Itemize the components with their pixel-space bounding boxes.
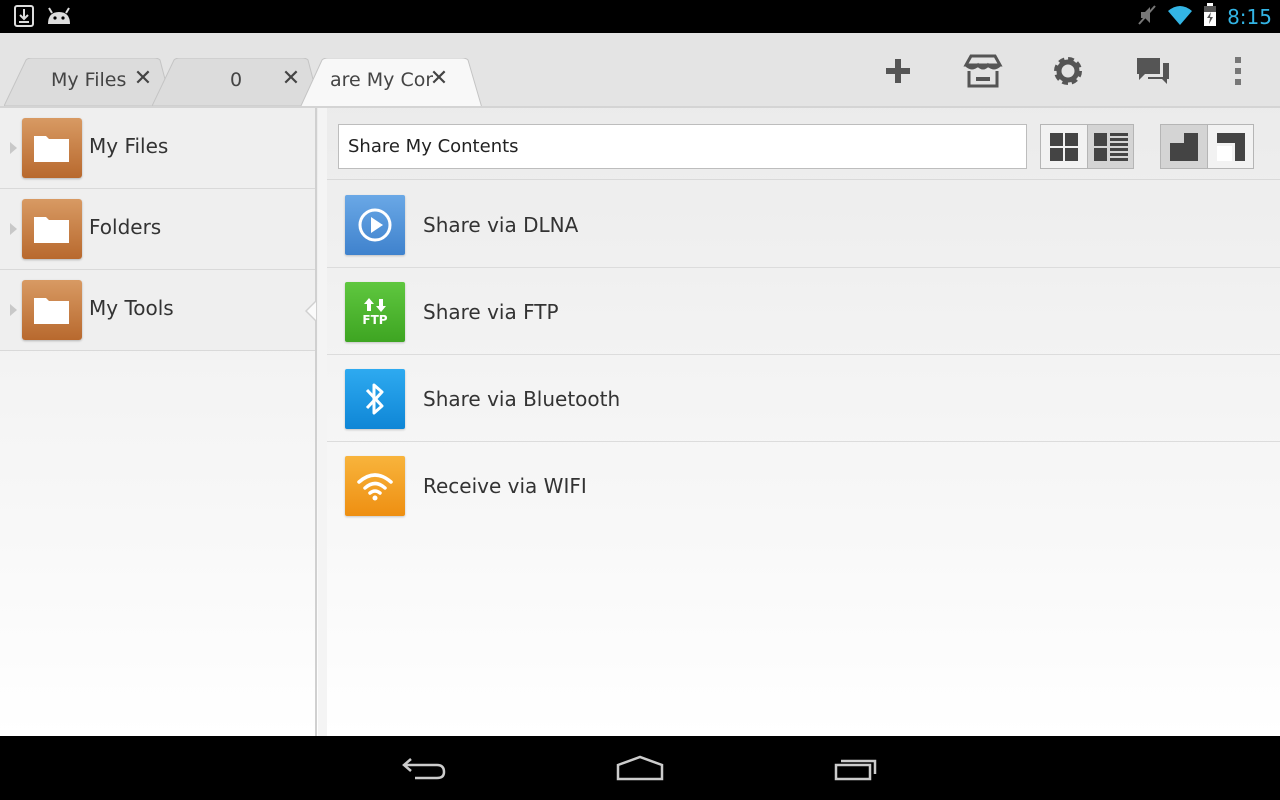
list-item-label: Share via Bluetooth xyxy=(423,387,621,411)
home-icon xyxy=(616,755,664,781)
store-button[interactable] xyxy=(940,33,1025,108)
play-icon xyxy=(345,195,405,255)
back-button[interactable] xyxy=(394,748,454,788)
list-item-share-via-dlna[interactable]: Share via DLNA xyxy=(327,181,1280,268)
pane-mode-group xyxy=(1160,124,1254,169)
ftp-icon: FTP xyxy=(345,282,405,342)
sidebar-item-label: My Tools xyxy=(89,296,174,320)
overflow-menu-button[interactable] xyxy=(1195,33,1280,108)
single-pane-icon xyxy=(1170,132,1198,161)
back-icon xyxy=(402,758,446,780)
sidebar-item-my-files[interactable]: My Files xyxy=(0,108,315,189)
grid-view-icon xyxy=(1050,132,1078,161)
expand-arrow-icon[interactable] xyxy=(10,223,17,235)
tab-share-my-contents[interactable]: are My Cont ✕ xyxy=(300,58,482,106)
expand-arrow-icon[interactable] xyxy=(10,142,17,154)
settings-button[interactable] xyxy=(1025,33,1110,108)
detail-list-view-icon xyxy=(1093,132,1128,161)
tab-strip: My Files ✕ 0 ✕ are My Cont ✕ xyxy=(0,33,1280,108)
recents-button[interactable] xyxy=(827,748,887,788)
status-bar: 8:15 xyxy=(0,0,1280,33)
chat-icon xyxy=(1136,57,1169,84)
list-item-label: Receive via WIFI xyxy=(423,474,587,498)
list-item-receive-via-wifi[interactable]: Receive via WIFI xyxy=(327,442,1280,529)
wifi-icon xyxy=(1167,4,1193,30)
close-icon[interactable]: ✕ xyxy=(132,66,154,92)
action-toolbar xyxy=(855,33,1280,108)
list-item-share-via-ftp[interactable]: FTP Share via FTP xyxy=(327,268,1280,355)
tab-label: are My Cont xyxy=(330,69,433,91)
bluetooth-icon xyxy=(345,369,405,429)
app-window: My Files ✕ 0 ✕ are My Cont ✕ xyxy=(0,33,1280,736)
selected-indicator xyxy=(305,300,316,322)
close-icon[interactable]: ✕ xyxy=(280,66,302,92)
view-mode-group xyxy=(1040,124,1134,169)
folder-icon xyxy=(22,280,82,340)
grid-view-button[interactable] xyxy=(1041,125,1087,168)
folder-icon xyxy=(22,199,82,259)
android-icon xyxy=(46,6,72,30)
home-button[interactable] xyxy=(610,748,670,788)
dual-pane-button[interactable] xyxy=(1207,125,1253,168)
recents-icon xyxy=(834,759,877,781)
clock: 8:15 xyxy=(1227,5,1272,29)
tab-my-files[interactable]: My Files ✕ xyxy=(4,58,172,106)
content-pane: Share via DLNA FTP Share via FTP Share v… xyxy=(327,108,1280,736)
store-icon xyxy=(962,54,1003,87)
wifi-icon xyxy=(345,456,405,516)
messages-button[interactable] xyxy=(1110,33,1195,108)
sidebar-item-folders[interactable]: Folders xyxy=(0,189,315,270)
folder-icon xyxy=(22,118,82,178)
sidebar: My Files Folders My Tools xyxy=(0,108,317,736)
download-icon xyxy=(14,5,34,31)
close-icon[interactable]: ✕ xyxy=(428,66,450,92)
battery-charging-icon xyxy=(1203,3,1217,31)
dual-pane-icon xyxy=(1216,132,1245,161)
ftp-icon-text: FTP xyxy=(362,313,388,327)
mute-icon xyxy=(1137,4,1157,30)
add-button[interactable] xyxy=(855,33,940,108)
tab-0[interactable]: 0 ✕ xyxy=(152,58,320,106)
overflow-menu-icon xyxy=(1234,56,1241,85)
list-item-label: Share via DLNA xyxy=(423,213,579,237)
detail-list-view-button[interactable] xyxy=(1087,125,1133,168)
expand-arrow-icon[interactable] xyxy=(10,304,17,316)
list-item-share-via-bluetooth[interactable]: Share via Bluetooth xyxy=(327,355,1280,442)
tab-label: 0 xyxy=(230,69,243,91)
list-item-label: Share via FTP xyxy=(423,300,559,324)
pane-divider xyxy=(318,108,327,736)
sidebar-item-label: Folders xyxy=(89,215,162,239)
tab-label: My Files xyxy=(51,69,127,91)
sidebar-item-my-tools[interactable]: My Tools xyxy=(0,270,316,351)
single-pane-button[interactable] xyxy=(1161,125,1207,168)
navigation-bar xyxy=(0,736,1280,800)
path-input[interactable] xyxy=(338,124,1027,169)
sidebar-item-label: My Files xyxy=(89,134,169,158)
path-bar xyxy=(327,108,1280,180)
plus-icon xyxy=(885,58,910,83)
settings-icon xyxy=(1053,56,1082,85)
